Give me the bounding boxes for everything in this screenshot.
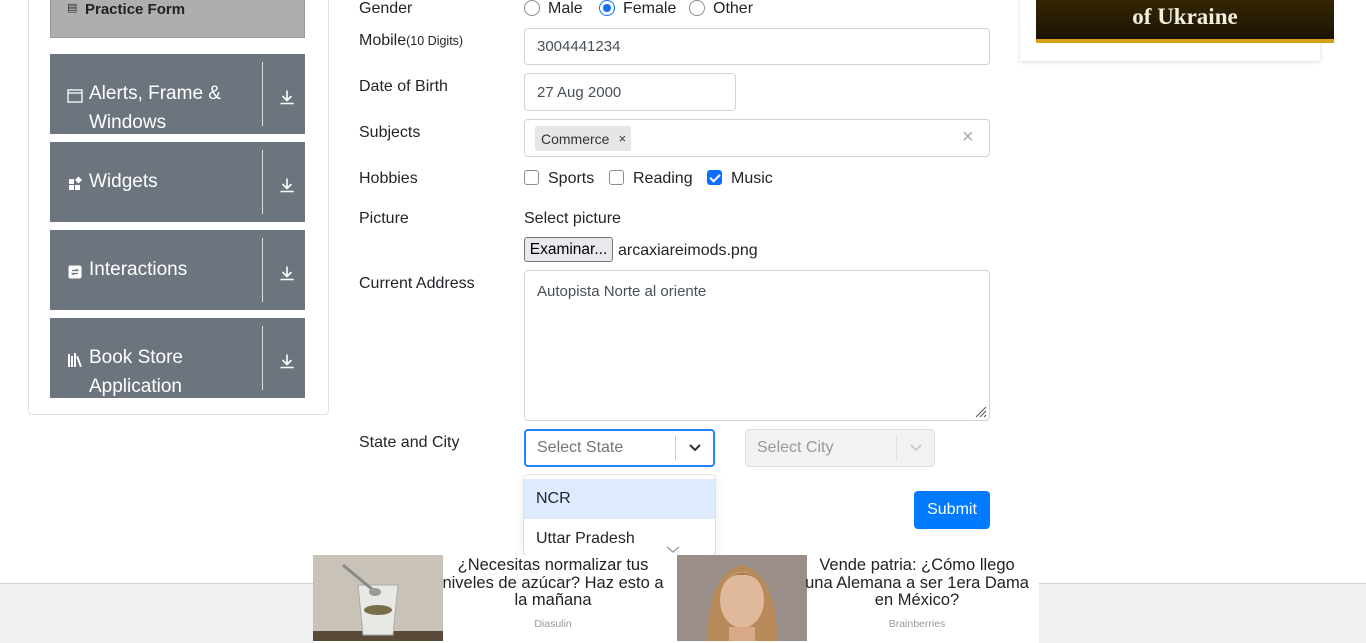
address-label: Current Address bbox=[359, 275, 475, 292]
chip-remove-icon[interactable]: × bbox=[613, 131, 631, 146]
ad-title[interactable]: Vende patria: ¿Cómo llego una Alemana a … bbox=[805, 556, 1029, 610]
sidebar-group-book-store[interactable]: Book Store Application bbox=[50, 318, 305, 398]
sidebar-group-label: Alerts, Frame & Windows bbox=[89, 83, 221, 133]
gender-other-label[interactable]: Other bbox=[713, 0, 753, 18]
mobile-label: Mobile(10 Digits) bbox=[359, 32, 463, 50]
state-select[interactable]: Select State bbox=[524, 429, 715, 467]
mobile-input[interactable]: 3004441234 bbox=[524, 28, 990, 65]
city-placeholder: Select City bbox=[757, 439, 834, 456]
hobby-music-label[interactable]: Music bbox=[731, 170, 773, 188]
dob-label: Date of Birth bbox=[359, 78, 448, 95]
state-placeholder: Select State bbox=[537, 439, 624, 456]
download-icon[interactable] bbox=[277, 175, 297, 195]
books-icon bbox=[67, 352, 83, 368]
sidebar-group-label: Interactions bbox=[89, 259, 188, 280]
submit-button[interactable]: Submit bbox=[914, 491, 990, 529]
picture-select-label: Select picture bbox=[524, 210, 621, 227]
hobbies-label: Hobbies bbox=[359, 170, 418, 187]
widgets-icon bbox=[67, 176, 83, 192]
ad-image-glass[interactable] bbox=[313, 555, 443, 641]
sidebar-item-practice-form[interactable]: ▤ Practice Form bbox=[50, 0, 305, 38]
address-textarea[interactable]: Autopista Norte al oriente bbox=[524, 270, 990, 421]
sidebar-group-label: Widgets bbox=[89, 171, 158, 192]
form-icon: ▤ bbox=[67, 1, 78, 14]
ad-image-portrait[interactable] bbox=[677, 555, 807, 641]
gender-male-label[interactable]: Male bbox=[548, 0, 583, 18]
resize-grip-icon[interactable] bbox=[973, 404, 987, 418]
file-browse-button[interactable]: Examinar... bbox=[524, 237, 613, 262]
sidebar-group-label: Book Store Application bbox=[89, 347, 183, 397]
chevron-down-icon[interactable] bbox=[897, 430, 934, 466]
subject-chip-label: Commerce bbox=[541, 130, 610, 147]
interactions-icon bbox=[67, 264, 83, 280]
mobile-hint: (10 Digits) bbox=[406, 34, 464, 48]
sidebar-group-alerts[interactable]: Alerts, Frame & Windows bbox=[50, 54, 305, 134]
hobby-music-checkbox[interactable] bbox=[707, 170, 722, 185]
picture-label: Picture bbox=[359, 210, 409, 227]
window-icon bbox=[67, 88, 83, 104]
ad-banner-top[interactable]: of Ukraine bbox=[1020, 0, 1334, 61]
state-city-label: State and City bbox=[359, 434, 460, 451]
subjects-label: Subjects bbox=[359, 124, 421, 141]
ad-source: Diasulin bbox=[534, 618, 572, 630]
subject-chip: Commerce × bbox=[535, 126, 632, 151]
divider bbox=[262, 150, 263, 214]
sidebar-group-widgets[interactable]: Widgets bbox=[50, 142, 305, 222]
divider bbox=[262, 62, 263, 126]
dob-input[interactable]: 27 Aug 2000 bbox=[524, 73, 736, 111]
city-select[interactable]: Select City bbox=[745, 429, 935, 467]
chevron-down-icon[interactable] bbox=[676, 430, 713, 466]
hobby-sports-checkbox[interactable] bbox=[524, 170, 539, 185]
download-icon[interactable] bbox=[277, 351, 297, 371]
state-option[interactable]: NCR bbox=[524, 479, 715, 519]
sidebar-item-label: Practice Form bbox=[85, 1, 186, 18]
gender-female-label[interactable]: Female bbox=[623, 0, 676, 18]
divider bbox=[262, 238, 263, 302]
gender-male-radio[interactable] bbox=[524, 0, 540, 16]
download-icon[interactable] bbox=[277, 263, 297, 283]
clear-icon[interactable]: × bbox=[962, 127, 974, 147]
sidebar-group-interactions[interactable]: Interactions bbox=[50, 230, 305, 310]
download-icon[interactable] bbox=[277, 87, 297, 107]
file-name: arcaxiareimods.png bbox=[618, 242, 758, 259]
gender-label: Gender bbox=[359, 0, 413, 17]
ad-source: Brainberries bbox=[888, 618, 946, 630]
divider bbox=[262, 326, 263, 390]
ad-banner-text: of Ukraine bbox=[1132, 4, 1238, 29]
ad-bottom-strip[interactable]: ¿Necesitas normalizar tus niveles de azú… bbox=[313, 555, 1039, 643]
ad-banner-image: of Ukraine bbox=[1036, 0, 1334, 43]
gender-female-radio[interactable] bbox=[599, 0, 615, 16]
mobile-label-text: Mobile bbox=[359, 32, 407, 49]
ad-title[interactable]: ¿Necesitas normalizar tus niveles de azú… bbox=[441, 556, 665, 610]
gender-other-radio[interactable] bbox=[689, 0, 705, 16]
state-dropdown-menu: NCR Uttar Pradesh bbox=[524, 475, 715, 555]
state-option[interactable]: Uttar Pradesh bbox=[524, 519, 715, 555]
hobby-reading-label[interactable]: Reading bbox=[633, 170, 693, 188]
hobby-reading-checkbox[interactable] bbox=[609, 170, 624, 185]
hobby-sports-label[interactable]: Sports bbox=[548, 170, 594, 188]
